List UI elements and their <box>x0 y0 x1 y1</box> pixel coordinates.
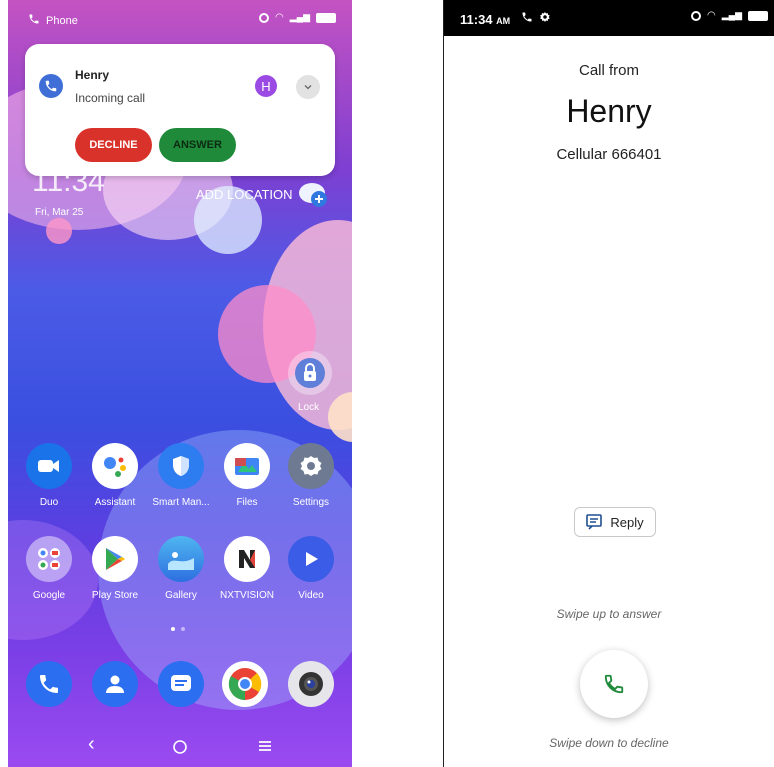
avatar: H <box>255 75 277 97</box>
play-store-icon <box>92 536 138 582</box>
status-time: 11:34 AM <box>460 12 510 27</box>
wifi-icon: ◠ <box>707 10 716 21</box>
app-play-store[interactable]: Play Store <box>85 536 145 601</box>
notification-subtitle: Incoming call <box>75 91 146 105</box>
dock-chrome[interactable] <box>222 661 268 707</box>
caller-number: Cellular 666401 <box>556 146 662 163</box>
app-smart-manager[interactable]: Smart Man... <box>151 443 211 508</box>
phone-icon <box>28 13 40 28</box>
gear-icon <box>540 12 550 22</box>
chrome-icon <box>228 668 262 701</box>
page-indicator <box>171 627 185 631</box>
page-dot-active <box>171 627 175 631</box>
lock-label: Lock <box>298 402 320 413</box>
battery-icon <box>748 10 768 21</box>
app-label: Video <box>298 590 324 601</box>
dock-messages[interactable] <box>158 661 204 707</box>
app-files[interactable]: Files <box>217 443 277 508</box>
assistant-icon <box>92 443 138 489</box>
app-duo[interactable]: Duo <box>19 443 79 508</box>
left-phone-screen: Phone ◠ ▂▄▆ Henry Incoming call H DECLIN… <box>8 0 352 767</box>
app-label: Smart Man... <box>152 497 210 508</box>
status-app-label: Phone <box>46 15 78 27</box>
app-video[interactable]: Video <box>281 536 341 601</box>
home-icon[interactable] <box>172 733 188 761</box>
signal-icon: ▂▄▆ <box>721 10 742 20</box>
message-icon <box>586 514 603 530</box>
phone-icon <box>604 674 624 694</box>
add-location-link[interactable]: ADD LOCATION <box>196 187 293 202</box>
signal-icon: ▂▄▆ <box>289 12 310 22</box>
reply-button[interactable]: Reply <box>574 507 656 537</box>
app-label: NXTVISION <box>220 590 274 601</box>
app-gallery[interactable]: Gallery <box>151 536 211 601</box>
app-label: Settings <box>292 497 330 508</box>
back-icon[interactable]: ‹ <box>88 733 95 756</box>
shield-icon <box>158 443 204 489</box>
battery-icon <box>316 12 336 23</box>
app-label: Assistant <box>94 497 136 508</box>
weather-add-icon[interactable] <box>297 180 331 215</box>
swipe-down-hint: Swipe down to decline <box>549 736 669 750</box>
messages-icon <box>171 675 191 691</box>
incoming-call-notification[interactable]: Henry Incoming call H DECLINE ANSWER <box>25 44 335 176</box>
caller-name: Henry <box>566 93 652 129</box>
files-icon <box>224 443 270 489</box>
dock-phone[interactable] <box>26 661 72 707</box>
nxtvision-icon <box>224 536 270 582</box>
reply-label: Reply <box>610 514 644 530</box>
dock-contacts[interactable] <box>92 661 138 707</box>
gear-icon <box>288 443 334 489</box>
wallpaper-bubble <box>46 218 72 244</box>
gallery-icon <box>158 536 204 582</box>
play-icon <box>288 536 334 582</box>
app-assistant[interactable]: Assistant <box>85 443 145 508</box>
clock-time: 11:34 <box>32 165 105 198</box>
status-bar: Phone ◠ ▂▄▆ <box>8 0 352 40</box>
chevron-down-icon[interactable] <box>296 75 320 99</box>
right-phone-screen: 11:34 AM ◠ ▂▄▆ Call from Henry Cellular … <box>443 0 774 767</box>
answer-call-button[interactable] <box>580 650 648 718</box>
lock-button[interactable] <box>288 351 332 395</box>
app-nxtvision[interactable]: NXTVISION <box>217 536 277 601</box>
recents-icon[interactable] <box>258 733 272 759</box>
app-label: Gallery <box>165 590 197 601</box>
caller-name: Henry <box>75 68 110 82</box>
app-google-folder[interactable]: Google <box>19 536 79 601</box>
app-label: Play Store <box>91 590 139 601</box>
phone-icon <box>39 74 63 98</box>
google-folder-icon <box>26 536 72 582</box>
phone-icon <box>40 675 58 693</box>
status-ampm: AM <box>496 16 511 26</box>
answer-button[interactable]: ANSWER <box>159 128 236 162</box>
status-time-value: 11:34 <box>460 12 493 27</box>
call-from-label: Call from <box>578 62 639 79</box>
dock-camera[interactable] <box>288 661 334 707</box>
app-label: Duo <box>39 497 59 508</box>
contacts-icon <box>106 675 124 693</box>
app-settings[interactable]: Settings <box>281 443 341 508</box>
wifi-icon: ◠ <box>275 12 284 23</box>
app-label: Google <box>32 590 66 601</box>
video-camera-icon <box>26 443 72 489</box>
lockscreen-date: Fri, Mar 25 <box>35 207 84 218</box>
nfc-icon <box>259 12 270 23</box>
camera-icon <box>299 672 323 696</box>
swipe-up-hint: Swipe up to answer <box>556 607 662 621</box>
nfc-icon <box>691 10 702 21</box>
decline-button[interactable]: DECLINE <box>75 128 152 162</box>
phone-icon <box>522 12 532 22</box>
navigation-bar: ‹ <box>8 725 352 767</box>
page-dot <box>181 627 185 631</box>
status-bar: 11:34 AM ◠ ▂▄▆ <box>444 0 774 36</box>
app-label: Files <box>236 497 258 508</box>
clock-ampm: AM <box>106 165 122 176</box>
lockscreen-clock: 11:34 AM <box>32 165 122 199</box>
